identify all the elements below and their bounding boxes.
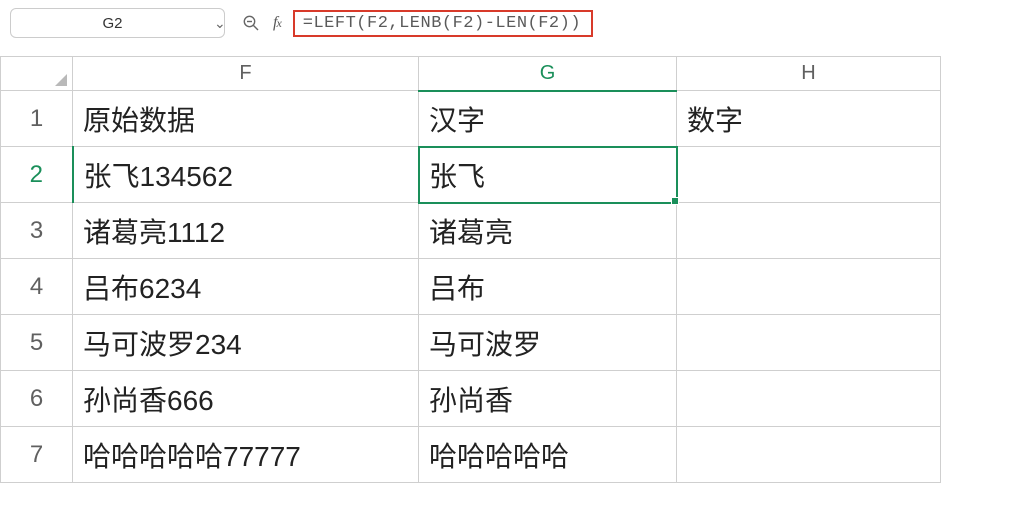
row-header-7[interactable]: 7 — [1, 427, 73, 483]
toolbar: ⌄ fx =LEFT(F2,LENB(F2)-LEN(F2)) — [0, 0, 1014, 56]
row-header-3[interactable]: 3 — [1, 203, 73, 259]
cell-H6[interactable] — [677, 371, 941, 427]
cell-H3[interactable] — [677, 203, 941, 259]
row-header-2[interactable]: 2 — [1, 147, 73, 203]
spreadsheet-grid[interactable]: F G H 1 原始数据 汉字 数字 2 张飞134562 张飞 3 诸葛亮11… — [0, 56, 941, 483]
cell-H5[interactable] — [677, 315, 941, 371]
row-header-1[interactable]: 1 — [1, 91, 73, 147]
formula-bar-input[interactable]: =LEFT(F2,LENB(F2)-LEN(F2)) — [293, 10, 593, 37]
column-header-H[interactable]: H — [677, 57, 941, 91]
cell-H1[interactable]: 数字 — [677, 91, 941, 147]
cell-F3[interactable]: 诸葛亮1112 — [73, 203, 419, 259]
cell-H7[interactable] — [677, 427, 941, 483]
cell-F7[interactable]: 哈哈哈哈哈77777 — [73, 427, 419, 483]
cell-G7[interactable]: 哈哈哈哈哈 — [419, 427, 677, 483]
zoom-out-icon[interactable] — [241, 13, 261, 33]
name-box-input[interactable] — [11, 14, 214, 33]
cell-G6[interactable]: 孙尚香 — [419, 371, 677, 427]
cell-G5[interactable]: 马可波罗 — [419, 315, 677, 371]
cell-F6[interactable]: 孙尚香666 — [73, 371, 419, 427]
cell-H2[interactable] — [677, 147, 941, 203]
row-header-5[interactable]: 5 — [1, 315, 73, 371]
row-header-6[interactable]: 6 — [1, 371, 73, 427]
cell-H4[interactable] — [677, 259, 941, 315]
cell-F5[interactable]: 马可波罗234 — [73, 315, 419, 371]
cell-F4[interactable]: 吕布6234 — [73, 259, 419, 315]
cell-G2[interactable]: 张飞 — [419, 147, 677, 203]
column-header-G[interactable]: G — [419, 57, 677, 91]
cell-G3[interactable]: 诸葛亮 — [419, 203, 677, 259]
chevron-down-icon[interactable]: ⌄ — [214, 15, 226, 32]
fx-icon[interactable]: fx — [273, 14, 281, 32]
cell-G1[interactable]: 汉字 — [419, 91, 677, 147]
row-header-4[interactable]: 4 — [1, 259, 73, 315]
formula-bar-group: fx =LEFT(F2,LENB(F2)-LEN(F2)) — [241, 10, 593, 37]
name-box[interactable]: ⌄ — [10, 8, 225, 38]
cell-F2[interactable]: 张飞134562 — [73, 147, 419, 203]
cell-G4[interactable]: 吕布 — [419, 259, 677, 315]
select-all-corner[interactable] — [1, 57, 73, 91]
column-header-F[interactable]: F — [73, 57, 419, 91]
cell-F1[interactable]: 原始数据 — [73, 91, 419, 147]
